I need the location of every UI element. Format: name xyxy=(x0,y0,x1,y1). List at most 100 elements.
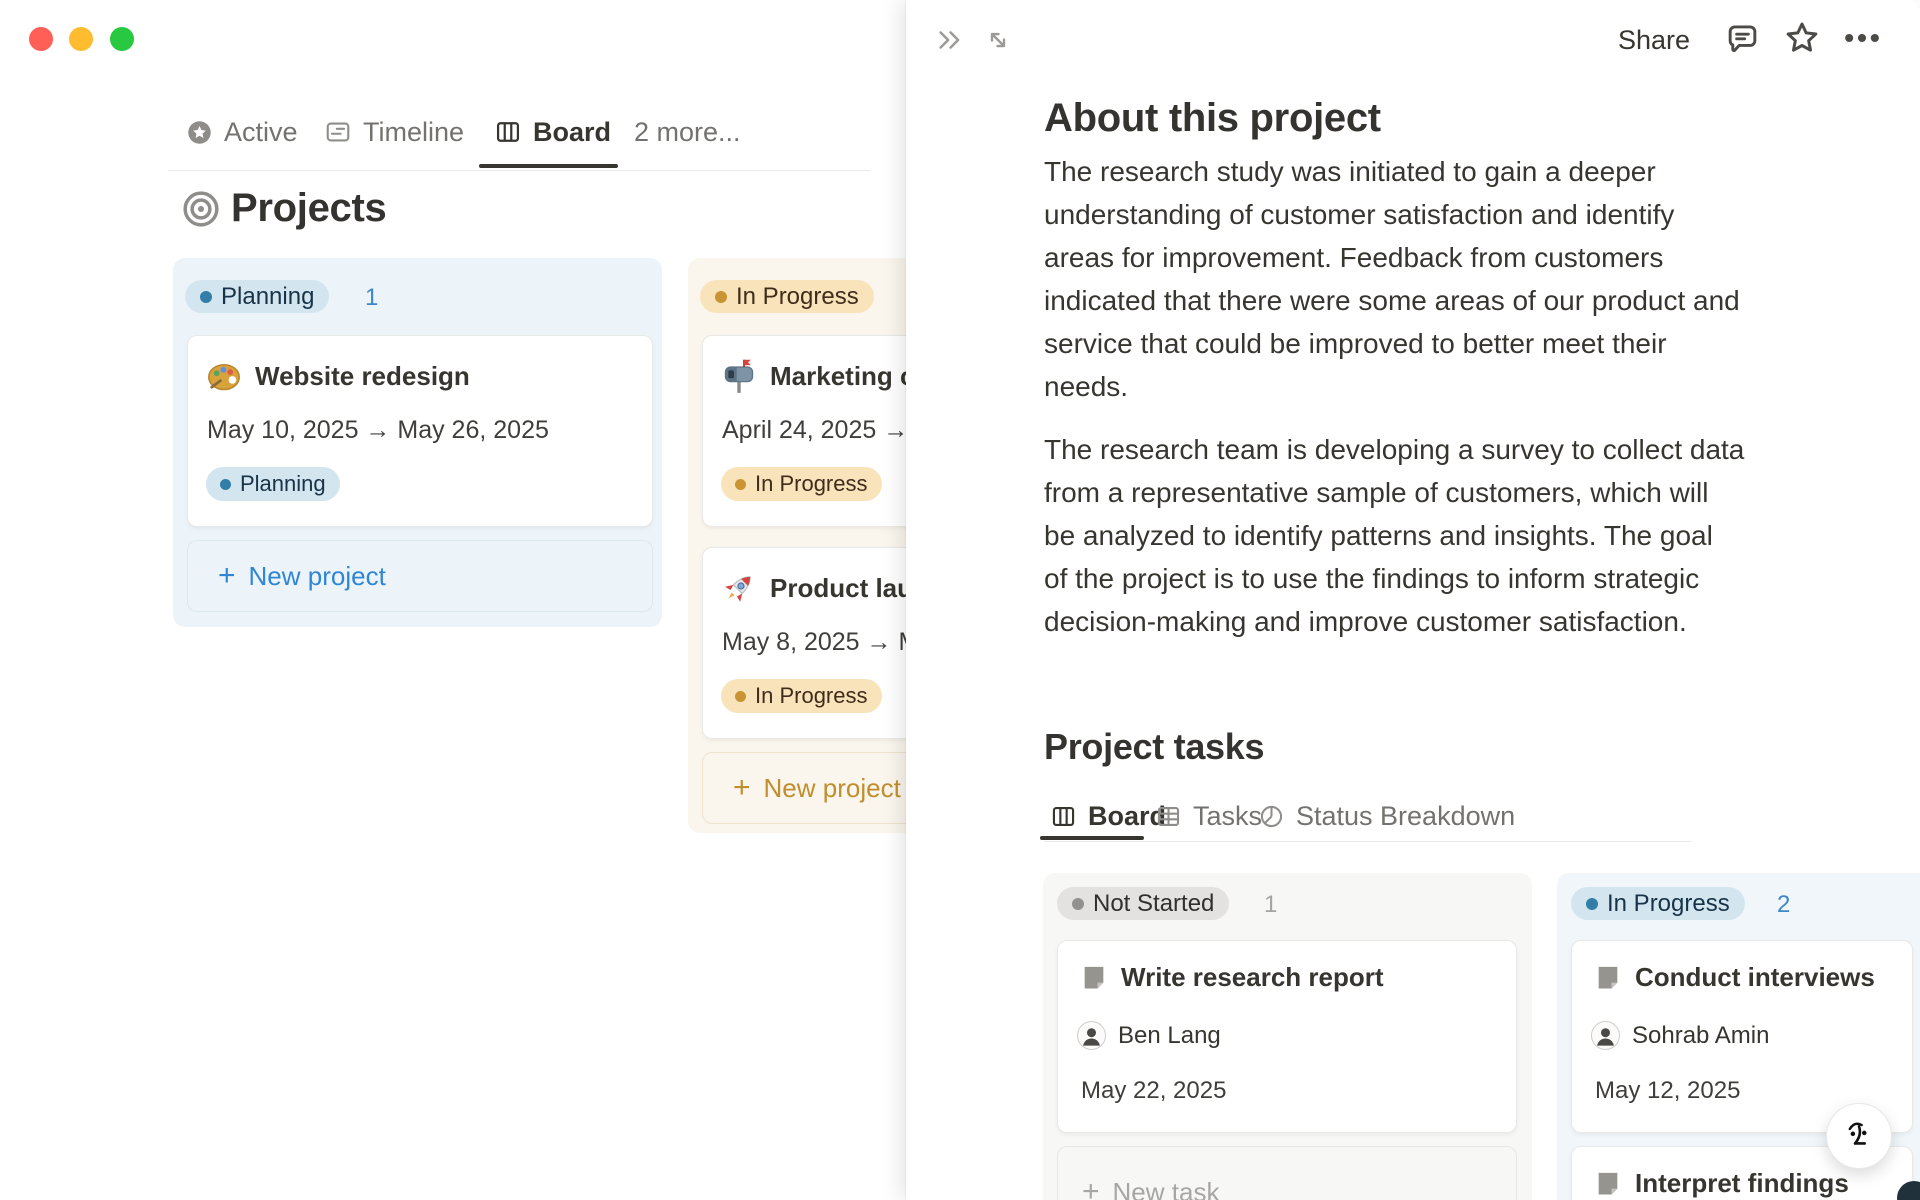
column-count: 1 xyxy=(365,284,379,311)
avatar xyxy=(1077,1021,1106,1050)
tab-label: Status Breakdown xyxy=(1296,800,1516,831)
card-dates: April 24, 2025 → M xyxy=(722,416,936,444)
status-dot xyxy=(715,290,727,303)
status-tag-label: In Progress xyxy=(1607,889,1730,917)
notion-window: Active Timeline Board 2 more... Projects… xyxy=(0,0,1920,1200)
card-dates: May 10, 2025 → May 26, 2025 xyxy=(207,416,549,444)
zoom-button[interactable] xyxy=(110,27,134,51)
status-dot xyxy=(1072,897,1084,910)
status-dot xyxy=(200,290,212,303)
column-count: 1 xyxy=(1264,891,1278,918)
favorite-button[interactable] xyxy=(1778,14,1826,62)
close-peek-button[interactable] xyxy=(930,20,970,60)
tab-board[interactable]: Board xyxy=(494,112,611,152)
tabbar-divider xyxy=(168,170,870,171)
status-tag-in-progress[interactable]: In Progress xyxy=(700,280,874,313)
table-icon xyxy=(1157,806,1180,826)
plus-icon: + xyxy=(218,559,236,592)
tab-timeline[interactable]: Timeline xyxy=(324,112,464,152)
tab-timeline-label: Timeline xyxy=(363,116,465,147)
about-paragraph-2: The research team is developing a survey… xyxy=(1044,434,1745,637)
card-date: May 22, 2025 xyxy=(1081,1077,1227,1104)
tasks-heading: Project tasks xyxy=(1044,726,1265,767)
status-dot xyxy=(735,478,746,490)
expand-page-button[interactable] xyxy=(978,20,1018,60)
status-dot xyxy=(735,690,746,702)
new-project-label: New project xyxy=(248,560,386,591)
side-peek-panel: Share About this project The research st… xyxy=(906,0,1920,1200)
status-tag-label: In Progress xyxy=(736,282,859,310)
mailbox-emoji xyxy=(724,359,754,393)
status-tag-planning[interactable]: Planning xyxy=(185,280,330,313)
ellipsis-icon xyxy=(1845,33,1879,43)
pie-chart-icon xyxy=(1260,805,1283,827)
assignee-name: Sohrab Amin xyxy=(1632,1021,1770,1049)
card-title: Marketing c xyxy=(770,360,915,391)
tasks-tab-status-breakdown[interactable]: Status Breakdown xyxy=(1258,796,1515,836)
page-title: Projects xyxy=(231,186,387,230)
board-column-planning: Planning 1 Website redesign May 10, 2025… xyxy=(173,258,662,627)
board-icon xyxy=(496,122,520,142)
tab-more[interactable]: 2 more... xyxy=(634,112,741,152)
new-project-label: New project xyxy=(763,772,901,803)
minimize-button[interactable] xyxy=(69,27,93,51)
card-date: May 12, 2025 xyxy=(1595,1077,1741,1104)
new-project-button[interactable]: + New project xyxy=(187,540,653,612)
card-title: Write research report xyxy=(1121,962,1384,992)
rocket-emoji xyxy=(725,576,751,602)
double-chevron-right-icon xyxy=(939,31,960,49)
new-task-button[interactable]: + New task xyxy=(1057,1146,1517,1200)
tab-active-label: Active xyxy=(224,116,298,147)
comment-icon xyxy=(1728,24,1756,52)
card-dates: May 8, 2025 → Ma xyxy=(722,628,934,656)
task-card-write-research-report[interactable]: Write research report Ben Lang May 22, 2… xyxy=(1057,940,1517,1133)
about-heading: About this project xyxy=(1044,96,1381,140)
assignee-row: Sohrab Amin xyxy=(1591,1021,1769,1050)
status-tag-not-started[interactable]: Not Started xyxy=(1057,887,1230,920)
close-button[interactable] xyxy=(29,27,53,51)
card-status-label: In Progress xyxy=(755,683,868,708)
column-count: 2 xyxy=(1777,891,1791,918)
tab-active[interactable]: Active xyxy=(186,112,298,152)
target-icon xyxy=(183,191,219,227)
status-tag-label: Not Started xyxy=(1093,889,1215,917)
card-status-tag: In Progress xyxy=(721,679,882,713)
timeline-icon xyxy=(326,122,350,142)
card-title: Conduct interviews xyxy=(1635,962,1875,992)
project-card-website-redesign[interactable]: Website redesign May 10, 2025 → May 26, … xyxy=(187,335,653,527)
more-options-button[interactable] xyxy=(1836,14,1888,62)
board-icon xyxy=(1052,806,1075,826)
card-title: Interpret findings xyxy=(1635,1168,1849,1198)
new-task-label: New task xyxy=(1112,1176,1220,1200)
plus-icon: + xyxy=(1082,1175,1100,1200)
star-circle-icon xyxy=(188,120,211,144)
tab-label: Tasks xyxy=(1193,800,1263,831)
card-title: Website redesign xyxy=(255,360,470,391)
card-status-tag: Planning xyxy=(206,467,340,501)
tab-more-label: 2 more... xyxy=(634,116,741,147)
active-tab-underline xyxy=(479,164,618,168)
active-tab-underline xyxy=(1040,836,1144,840)
notion-ai-button[interactable] xyxy=(1826,1103,1892,1169)
card-status-label: Planning xyxy=(240,471,326,496)
card-status-label: In Progress xyxy=(755,471,868,496)
ai-face-icon xyxy=(1848,1122,1867,1145)
status-tag-in-progress[interactable]: In Progress xyxy=(1571,887,1745,920)
task-column-not-started: Not Started 1 Write research report Ben … xyxy=(1043,873,1532,1200)
tasks-tab-board[interactable]: Board xyxy=(1050,796,1166,836)
comments-button[interactable] xyxy=(1718,14,1766,62)
card-status-tag: In Progress xyxy=(721,467,882,501)
tab-board-label: Board xyxy=(533,116,612,147)
page-icon xyxy=(1598,1172,1618,1194)
star-icon xyxy=(1786,22,1818,52)
status-tag-label: Planning xyxy=(221,282,315,310)
share-label: Share xyxy=(1618,24,1691,55)
card-title: Product lau xyxy=(770,572,914,603)
tasks-tabbar-divider xyxy=(1044,841,1691,842)
share-button[interactable]: Share xyxy=(1618,20,1690,60)
expand-diagonal-icon xyxy=(990,32,1006,48)
avatar xyxy=(1591,1021,1620,1050)
tasks-tab-tasks[interactable]: Tasks xyxy=(1155,796,1262,836)
status-dot xyxy=(220,478,231,490)
plus-icon: + xyxy=(733,771,751,804)
